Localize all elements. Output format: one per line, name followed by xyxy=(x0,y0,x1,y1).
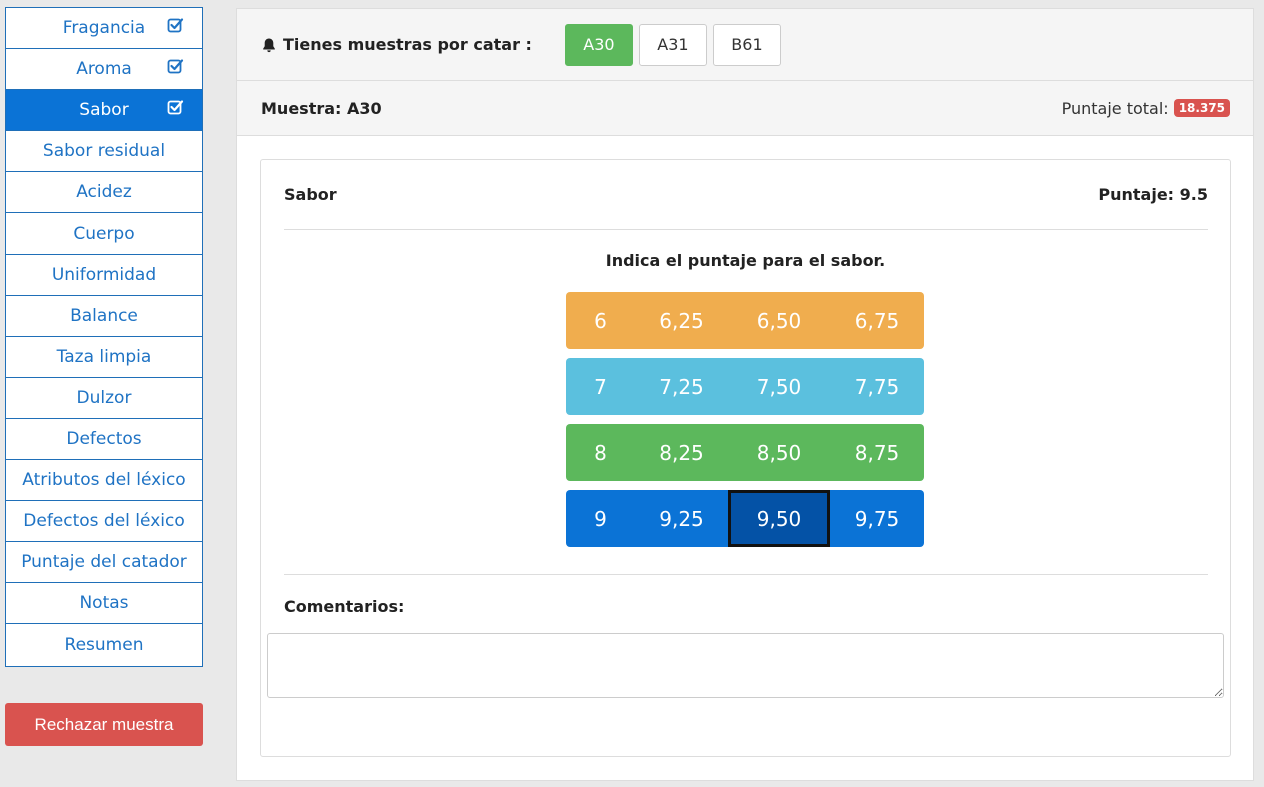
score-option[interactable]: 6,50 xyxy=(728,292,830,349)
score-row: 9 9,25 9,50 9,75 xyxy=(566,490,924,547)
sidebar-item-balance[interactable]: Balance xyxy=(6,296,202,337)
sidebar-item-label: Cuerpo xyxy=(73,223,135,244)
attribute-card: Sabor Puntaje: 9.5 Indica el puntaje par… xyxy=(260,159,1231,757)
total-score-label: Puntaje total: xyxy=(1061,98,1169,118)
sidebar-item-taza-limpia[interactable]: Taza limpia xyxy=(6,337,202,378)
sidebar-item-puntaje-del-catador[interactable]: Puntaje del catador xyxy=(6,542,202,584)
total-score-badge: 18.375 xyxy=(1173,99,1230,117)
sidebar-item-label: Defectos xyxy=(66,428,142,449)
sidebar-item-defectos-del-léxico[interactable]: Defectos del léxico xyxy=(6,501,202,543)
sidebar-item-label: Atributos del léxico xyxy=(22,470,186,491)
sidebar-item-acidez[interactable]: Acidez xyxy=(6,172,202,214)
score-option[interactable]: 9,25 xyxy=(635,490,728,547)
attribute-title: Sabor xyxy=(284,185,337,204)
samples-bar: Tienes muestras por catar : A30 A31 B61 xyxy=(237,9,1253,81)
sidebar-item-label: Resumen xyxy=(64,634,144,655)
score-option[interactable]: 8,25 xyxy=(635,424,728,481)
checkbox-checked-icon xyxy=(167,100,184,115)
score-option[interactable]: 9,75 xyxy=(830,490,924,547)
sidebar-item-uniformidad[interactable]: Uniformidad xyxy=(6,255,202,296)
sidebar-item-dulzor[interactable]: Dulzor xyxy=(6,378,202,419)
score-option[interactable]: 9,50 xyxy=(728,490,830,547)
sidebar-item-label: Taza limpia xyxy=(56,346,152,367)
sidebar-item-resumen[interactable]: Resumen xyxy=(6,624,202,665)
main-panel: Tienes muestras por catar : A30 A31 B61 Mu… xyxy=(236,8,1254,781)
checkbox-checked-icon xyxy=(167,18,184,33)
sidebar-item-label: Notas xyxy=(79,593,129,614)
score-option[interactable]: 7,50 xyxy=(728,358,830,415)
score-option[interactable]: 7,25 xyxy=(635,358,728,415)
sidebar-item-label: Acidez xyxy=(76,182,132,203)
score-option[interactable]: 6 xyxy=(566,292,635,349)
sidebar-nav: Fragancia Aroma Sabor Sabor residual Acidez C… xyxy=(5,7,203,667)
sample-tab-b61[interactable]: B61 xyxy=(712,23,781,66)
sample-tab-a30[interactable]: A30 xyxy=(564,23,633,66)
sidebar-item-sabor-residual[interactable]: Sabor residual xyxy=(6,131,202,173)
sidebar-item-label: Defectos del léxico xyxy=(23,511,185,532)
score-option[interactable]: 9 xyxy=(566,490,635,547)
score-option[interactable]: 7 xyxy=(566,358,635,415)
score-option[interactable]: 6,25 xyxy=(635,292,728,349)
sidebar-item-label: Aroma xyxy=(76,59,132,80)
current-sample: Muestra: A30 xyxy=(261,98,382,118)
checkbox-checked-icon xyxy=(167,59,184,74)
sidebar-item-label: Fragancia xyxy=(62,18,146,39)
score-row: 8 8,25 8,50 8,75 xyxy=(566,424,924,481)
score-option[interactable]: 6,75 xyxy=(830,292,924,349)
sidebar-item-sabor[interactable]: Sabor xyxy=(6,90,202,132)
sidebar-item-label: Dulzor xyxy=(76,387,132,408)
score-instruction: Indica el puntaje para el sabor. xyxy=(605,251,886,270)
sidebar-item-label: Balance xyxy=(70,305,138,326)
attribute-score: Puntaje: 9.5 xyxy=(1098,185,1208,204)
sidebar-item-notas[interactable]: Notas xyxy=(6,583,202,625)
score-row: 7 7,25 7,50 7,75 xyxy=(566,358,924,415)
score-option[interactable]: 8,75 xyxy=(830,424,924,481)
sample-tabs: A30 A31 B61 xyxy=(564,23,787,66)
card-header: Sabor Puntaje: 9.5 xyxy=(284,160,1208,230)
comments-field[interactable] xyxy=(267,633,1224,698)
sidebar-item-label: Sabor residual xyxy=(42,141,166,162)
score-option[interactable]: 8 xyxy=(566,424,635,481)
sidebar-item-fragancia[interactable]: Fragancia xyxy=(6,8,202,50)
score-option[interactable]: 8,50 xyxy=(728,424,830,481)
divider xyxy=(284,574,1208,575)
sidebar-item-label: Uniformidad xyxy=(51,264,157,285)
sidebar-item-aroma[interactable]: Aroma xyxy=(6,49,202,91)
sample-tab-a31[interactable]: A31 xyxy=(638,23,707,66)
total-score: Puntaje total: 18.375 xyxy=(1062,99,1230,118)
score-grid: 6 6,25 6,50 6,75 7 7,25 7,50 7,75 8 8,25 8,50 8,75 9… xyxy=(566,292,924,556)
bell-icon xyxy=(263,38,275,52)
score-option[interactable]: 7,75 xyxy=(830,358,924,415)
samples-prompt: Tienes muestras por catar : xyxy=(283,35,532,54)
reject-sample-button[interactable]: Rechazar muestra xyxy=(5,703,203,746)
sample-info-bar: Muestra: A30 Puntaje total: 18.375 xyxy=(237,81,1253,136)
comments-label: Comentarios: xyxy=(284,597,405,616)
sidebar-item-atributos-del-léxico[interactable]: Atributos del léxico xyxy=(6,460,202,502)
sidebar-item-cuerpo[interactable]: Cuerpo xyxy=(6,213,202,255)
sidebar-item-label: Puntaje del catador xyxy=(21,552,187,573)
score-row: 6 6,25 6,50 6,75 xyxy=(566,292,924,349)
sidebar-item-defectos[interactable]: Defectos xyxy=(6,419,202,461)
sidebar-item-label: Sabor xyxy=(79,100,129,121)
